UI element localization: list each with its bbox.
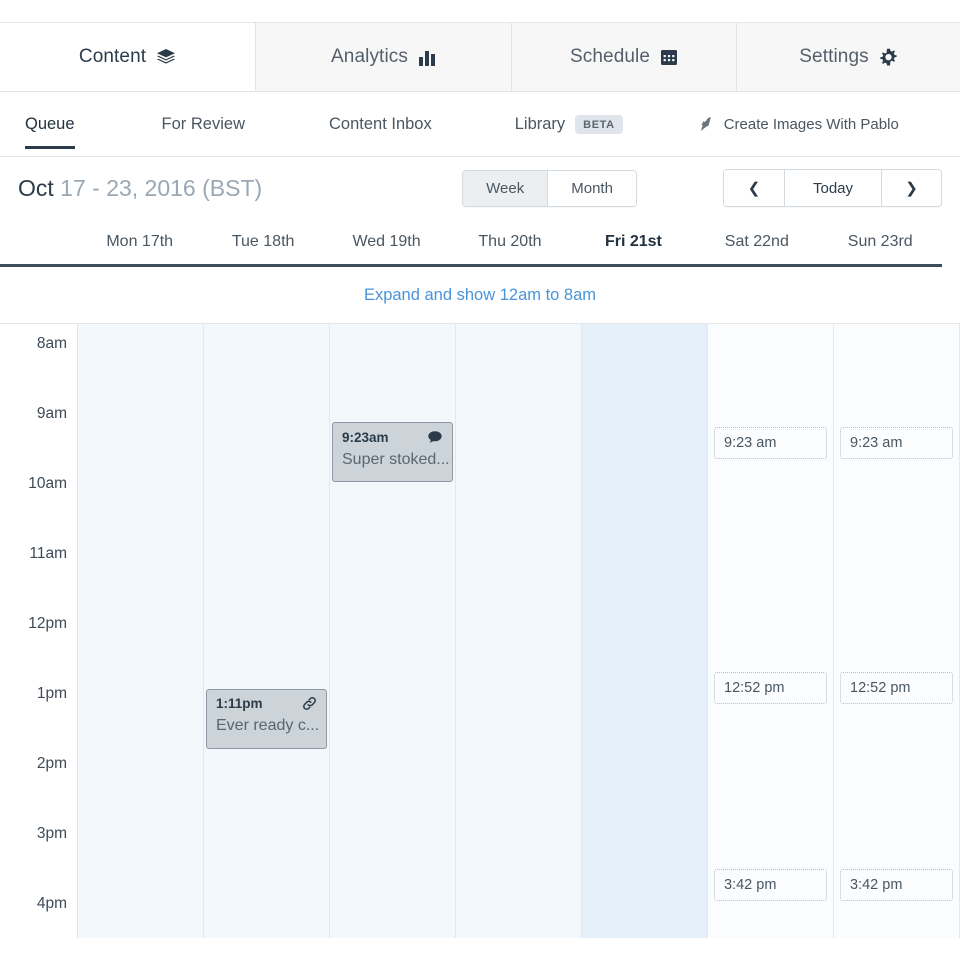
view-toggle: Week Month: [462, 170, 637, 207]
empty-slot[interactable]: 12:52 pm: [840, 672, 953, 704]
empty-slot[interactable]: 3:42 pm: [840, 869, 953, 901]
tab-schedule-label: Schedule: [570, 46, 650, 68]
time-label-12pm: 12pm: [28, 615, 67, 633]
day-columns: 1:11pm Ever ready c... 9:23am: [78, 324, 960, 938]
subtab-content-inbox-label: Content Inbox: [329, 115, 432, 134]
secondary-nav: Queue For Review Content Inbox Library B…: [0, 92, 960, 157]
date-toolbar: Oct 17 - 23, 2016 (BST) Week Month ❮ Tod…: [0, 157, 960, 219]
day-column-sun[interactable]: 9:23 am 12:52 pm 3:42 pm: [834, 324, 960, 938]
date-range-title: Oct 17 - 23, 2016 (BST): [18, 175, 262, 202]
post-time: 1:11pm: [216, 696, 263, 711]
month-view-button[interactable]: Month: [547, 171, 636, 206]
tab-settings[interactable]: Settings: [737, 23, 960, 91]
day-column-mon[interactable]: [78, 324, 204, 938]
subtab-for-review[interactable]: For Review: [162, 92, 245, 157]
day-header-thu[interactable]: Thu 20th: [448, 233, 571, 251]
post-card-header: 1:11pm: [207, 690, 326, 715]
post-card-header: 9:23am: [333, 423, 452, 449]
tab-settings-label: Settings: [799, 46, 868, 68]
tab-content-label: Content: [79, 46, 146, 68]
subtab-library-label: Library: [515, 115, 565, 134]
subtab-pablo-label: Create Images With Pablo: [724, 116, 899, 133]
expand-row: Expand and show 12am to 8am: [0, 267, 960, 323]
calendar-icon: [660, 48, 678, 66]
subtab-content-inbox[interactable]: Content Inbox: [329, 92, 432, 157]
post-text: Super stoked...: [333, 449, 452, 477]
empty-slot[interactable]: 12:52 pm: [714, 672, 827, 704]
date-month: Oct: [18, 175, 54, 201]
week-view-button[interactable]: Week: [463, 171, 547, 206]
post-card[interactable]: 9:23am Super stoked...: [332, 422, 453, 482]
day-header-tue[interactable]: Tue 18th: [201, 233, 324, 251]
time-gutter: 8am 9am 10am 11am 12pm 1pm 2pm 3pm 4pm: [0, 324, 78, 938]
day-column-thu[interactable]: [456, 324, 582, 938]
day-header-mon[interactable]: Mon 17th: [78, 233, 201, 251]
primary-nav: Content Analytics Schedule: [0, 22, 960, 92]
subtab-queue-label: Queue: [25, 115, 75, 134]
tab-analytics[interactable]: Analytics: [256, 23, 512, 91]
tab-schedule[interactable]: Schedule: [512, 23, 737, 91]
date-nav-group: ❮ Today ❯: [723, 169, 942, 207]
link-icon: [302, 696, 317, 711]
day-header-wed[interactable]: Wed 19th: [325, 233, 448, 251]
calendar-day-header: Mon 17th Tue 18th Wed 19th Thu 20th Fri …: [0, 219, 942, 267]
today-button[interactable]: Today: [784, 170, 881, 206]
time-label-10am: 10am: [28, 475, 67, 493]
time-label-8am: 8am: [37, 335, 67, 353]
day-header-sun[interactable]: Sun 23rd: [819, 233, 942, 251]
gear-icon: [879, 48, 898, 67]
next-week-button[interactable]: ❯: [881, 170, 941, 206]
subtab-queue[interactable]: Queue: [25, 92, 75, 157]
tab-content[interactable]: Content: [0, 23, 256, 91]
expand-hours-link[interactable]: Expand and show 12am to 8am: [364, 286, 596, 305]
comment-icon: [427, 429, 443, 445]
day-column-fri[interactable]: [582, 324, 708, 938]
day-column-tue[interactable]: 1:11pm Ever ready c...: [204, 324, 330, 938]
day-column-wed[interactable]: 9:23am Super stoked...: [330, 324, 456, 938]
time-label-11am: 11am: [29, 545, 67, 563]
tab-analytics-label: Analytics: [331, 46, 408, 68]
day-column-sat[interactable]: 9:23 am 12:52 pm 3:42 pm: [708, 324, 834, 938]
calendar-grid: 8am 9am 10am 11am 12pm 1pm 2pm 3pm 4pm 1…: [0, 323, 960, 938]
time-label-9am: 9am: [37, 405, 67, 423]
subtab-library[interactable]: Library BETA: [515, 92, 623, 157]
subtab-for-review-label: For Review: [162, 115, 245, 134]
subtab-create-images-with-pablo[interactable]: Create Images With Pablo: [699, 92, 899, 157]
layers-icon: [156, 47, 176, 67]
post-card[interactable]: 1:11pm Ever ready c...: [206, 689, 327, 749]
day-header-fri[interactable]: Fri 21st: [572, 233, 695, 251]
time-label-3pm: 3pm: [37, 825, 67, 843]
post-time: 9:23am: [342, 430, 389, 445]
top-strip: [0, 0, 960, 22]
previous-week-button[interactable]: ❮: [724, 170, 784, 206]
beta-badge: BETA: [575, 115, 623, 134]
empty-slot[interactable]: 9:23 am: [840, 427, 953, 459]
pablo-icon: [699, 116, 716, 133]
empty-slot[interactable]: 9:23 am: [714, 427, 827, 459]
time-label-2pm: 2pm: [37, 755, 67, 773]
day-header-sat[interactable]: Sat 22nd: [695, 233, 818, 251]
bar-chart-icon: [418, 48, 436, 66]
post-text: Ever ready c...: [207, 715, 326, 743]
date-range: 17 - 23, 2016 (BST): [60, 175, 262, 201]
time-label-1pm: 1pm: [37, 685, 67, 703]
empty-slot[interactable]: 3:42 pm: [714, 869, 827, 901]
time-label-4pm: 4pm: [37, 895, 67, 913]
